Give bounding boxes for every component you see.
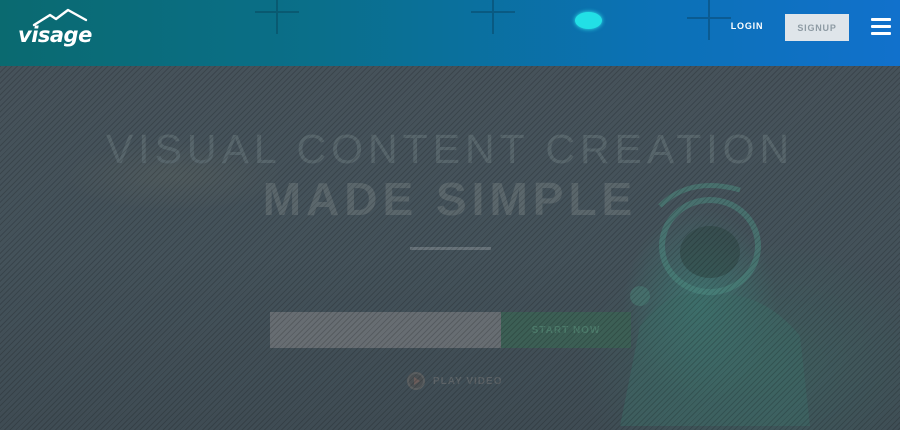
hero-title-line-2: MADE SIMPLE xyxy=(262,173,638,225)
email-input[interactable] xyxy=(270,312,501,348)
signup-button[interactable]: SIGNUP xyxy=(785,14,849,41)
start-now-button[interactable]: START NOW xyxy=(501,312,631,348)
login-link[interactable]: LOGIN xyxy=(724,21,770,35)
visage-logo[interactable]: visage xyxy=(18,8,92,48)
top-navigation-bar: visage LOGIN SIGNUP xyxy=(0,0,900,66)
play-circle-icon xyxy=(407,372,425,390)
hero-section: VISUAL CONTENT CREATION MADE SIMPLE STAR… xyxy=(0,66,900,430)
hamburger-menu-icon[interactable] xyxy=(871,18,891,36)
crosshair-decoration xyxy=(255,0,299,34)
play-video-link[interactable]: PLAY VIDEO xyxy=(407,371,502,391)
play-video-label: PLAY VIDEO xyxy=(433,375,503,387)
crosshair-decoration xyxy=(471,0,515,34)
cursor-highlight-blob xyxy=(575,12,602,29)
hero-title-line-1: VISUAL CONTENT CREATION xyxy=(105,126,795,172)
logo-text: visage xyxy=(18,23,92,47)
title-divider xyxy=(410,247,491,250)
